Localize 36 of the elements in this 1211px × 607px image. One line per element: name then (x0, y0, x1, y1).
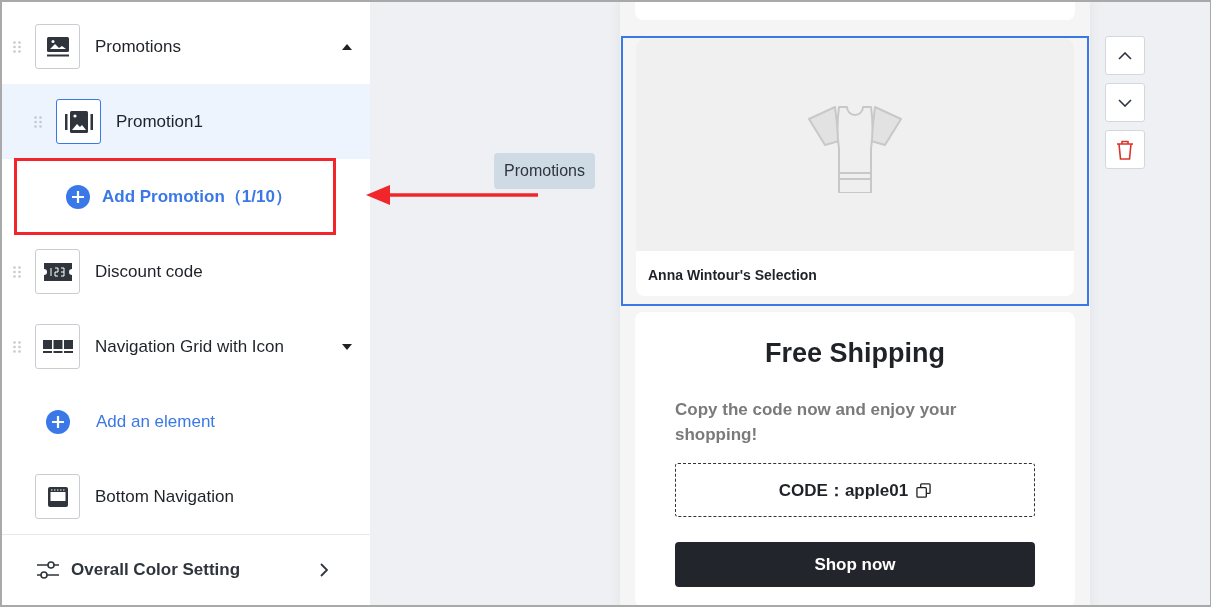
caret-icon[interactable] (342, 343, 352, 350)
shop-now-button[interactable]: Shop now (675, 542, 1035, 587)
sidebar-item[interactable]: Bottom Navigation (2, 459, 370, 534)
card-caption: Anna Wintour's Selection (647, 266, 818, 285)
delete-button[interactable] (1105, 130, 1145, 169)
sliders-icon (37, 560, 59, 580)
bottom-bar-icon (47, 486, 68, 507)
card-title: Free Shipping (764, 338, 946, 369)
grid-icon (42, 339, 73, 354)
drag-handle-icon[interactable] (13, 265, 21, 278)
caret-icon[interactable] (342, 43, 352, 50)
plus-icon (46, 409, 70, 434)
promotion-card[interactable]: Anna Wintour's Selection (621, 36, 1089, 306)
sidebar-item[interactable]: Discount code (2, 234, 370, 309)
trash-icon (1116, 139, 1134, 160)
drag-handle-icon[interactable] (13, 340, 21, 353)
image-carousel-icon (64, 110, 93, 133)
drag-handle-icon[interactable] (13, 40, 21, 53)
drag-handle-icon[interactable] (34, 115, 42, 128)
add-button[interactable]: Add Promotion（1/10） (14, 158, 336, 235)
copy-icon[interactable] (916, 482, 932, 498)
add-button[interactable]: Add an element (14, 383, 336, 460)
card-text: Copy the code now and enjoy your shopping! (675, 399, 958, 446)
code-box[interactable]: CODE：apple01 (675, 463, 1035, 517)
move-down-button[interactable] (1105, 83, 1145, 122)
plus-icon (66, 184, 90, 209)
tooltip: Promotions (494, 153, 595, 189)
chevron-right-icon (320, 563, 328, 577)
chevron-down-icon (1118, 98, 1132, 107)
sidebar-item[interactable]: Navigation Grid with Icon (2, 309, 370, 384)
move-up-button[interactable] (1105, 36, 1145, 75)
image-icon (46, 36, 69, 57)
chevron-up-icon (1118, 51, 1132, 60)
ticket-icon (43, 262, 72, 281)
sidebar-item[interactable]: Promotion1 (2, 84, 370, 159)
sidebar-item[interactable]: Promotions (2, 9, 370, 84)
